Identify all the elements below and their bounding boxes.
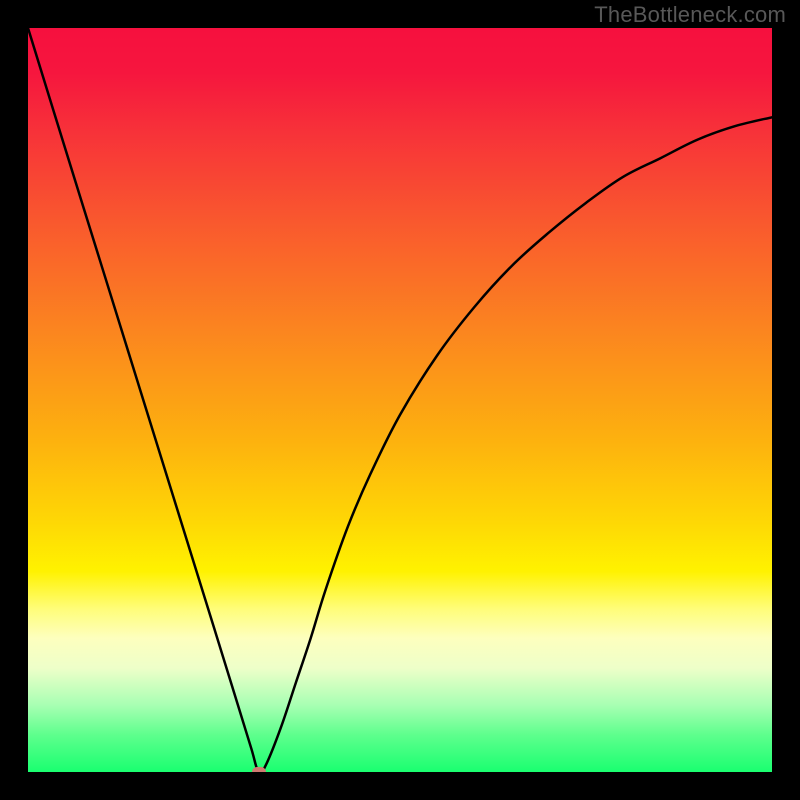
minimum-marker bbox=[252, 767, 266, 772]
watermark-label: TheBottleneck.com bbox=[594, 2, 786, 28]
chart-frame: TheBottleneck.com bbox=[0, 0, 800, 800]
plot-area bbox=[28, 28, 772, 772]
bottleneck-curve bbox=[28, 28, 772, 772]
